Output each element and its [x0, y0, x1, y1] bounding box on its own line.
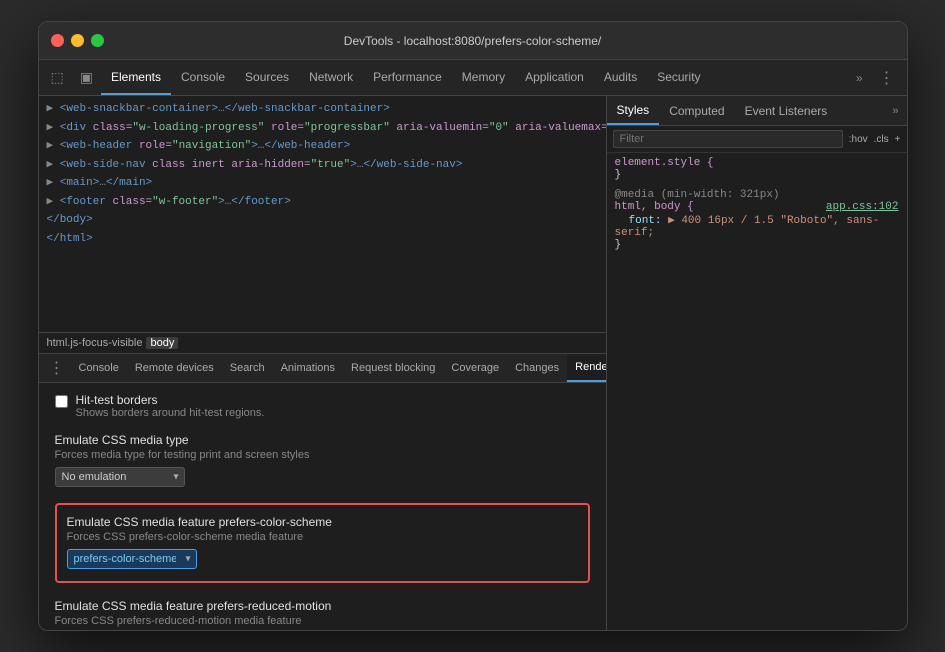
- tab-security[interactable]: Security: [647, 60, 710, 95]
- rendering-panel: Hit-test borders Shows borders around hi…: [39, 383, 606, 631]
- emulate-media-type-section: Emulate CSS media type Forces media type…: [55, 433, 590, 487]
- tree-line: ▶ <web-side-nav class inert aria-hidden=…: [39, 156, 606, 175]
- hov-button[interactable]: :hov: [849, 134, 868, 145]
- tab-changes[interactable]: Changes: [507, 354, 567, 382]
- tab-computed[interactable]: Computed: [659, 96, 734, 125]
- emulate-color-scheme-select[interactable]: No emulation prefers-color-scheme: light…: [67, 549, 197, 569]
- tab-application[interactable]: Application: [515, 60, 594, 95]
- right-panel: Styles Computed Event Listeners » :hov .…: [607, 96, 907, 630]
- emulate-media-type-desc: Forces media type for testing print and …: [55, 449, 590, 461]
- emulate-media-type-dropdown-wrapper: No emulation print screen: [55, 467, 185, 487]
- traffic-lights: [51, 34, 104, 47]
- css-prop-font: font: ▶ 400 16px / 1.5 "Roboto", sans-se…: [615, 215, 880, 239]
- tab-search[interactable]: Search: [222, 354, 273, 382]
- more-tabs-button[interactable]: »: [848, 71, 871, 85]
- emulate-media-type-label: Emulate CSS media type: [55, 433, 590, 447]
- emulate-reduced-motion-section: Emulate CSS media feature prefers-reduce…: [55, 599, 590, 631]
- tab-console[interactable]: Console: [171, 60, 235, 95]
- tab-performance[interactable]: Performance: [363, 60, 452, 95]
- css-close-brace-2: }: [615, 239, 622, 251]
- device-icon[interactable]: ▣: [72, 60, 101, 95]
- hit-test-borders-desc: Shows borders around hit-test regions.: [76, 407, 265, 419]
- left-panel: ▶ <web-snackbar-container>…</web-snackba…: [39, 96, 607, 630]
- tab-sources[interactable]: Sources: [235, 60, 299, 95]
- tree-line: ▶ <main>…</main>: [39, 174, 606, 193]
- tab-elements[interactable]: Elements: [101, 60, 171, 95]
- css-selector-html-body: html, body {: [615, 201, 694, 213]
- secondary-tabs-bar: ⋮ Console Remote devices Search Animatio…: [39, 353, 606, 383]
- main-tabs-bar: ⬚ ▣ Elements Console Sources Network Per…: [39, 60, 907, 96]
- tree-line: ▶ <web-header role="navigation">…</web-h…: [39, 137, 606, 156]
- tab-coverage[interactable]: Coverage: [443, 354, 507, 382]
- maximize-button[interactable]: [91, 34, 104, 47]
- filter-actions: :hov .cls +: [849, 134, 901, 145]
- tab-console-secondary[interactable]: Console: [71, 354, 127, 382]
- emulate-color-scheme-desc: Forces CSS prefers-color-scheme media fe…: [67, 531, 578, 543]
- css-selector: element.style {: [615, 157, 714, 169]
- tree-line: </body>: [39, 211, 606, 230]
- window-title: DevTools - localhost:8080/prefers-color-…: [344, 34, 601, 48]
- minimize-button[interactable]: [71, 34, 84, 47]
- styles-tabs-bar: Styles Computed Event Listeners »: [607, 96, 907, 126]
- styles-filter-bar: :hov .cls +: [607, 126, 907, 153]
- breadcrumb-item-html[interactable]: html.js-focus-visible: [47, 337, 143, 349]
- hit-test-borders-label: Hit-test borders: [76, 393, 265, 407]
- secondary-tabs-menu[interactable]: ⋮: [43, 358, 71, 378]
- title-bar: DevTools - localhost:8080/prefers-color-…: [39, 22, 907, 60]
- kebab-menu-button[interactable]: ⋮: [871, 68, 903, 88]
- cursor-icon[interactable]: ⬚: [43, 60, 72, 95]
- css-rule-media: @media (min-width: 321px) html, body { a…: [615, 189, 899, 251]
- hit-test-borders-checkbox[interactable]: [55, 395, 68, 408]
- tab-event-listeners[interactable]: Event Listeners: [735, 96, 838, 125]
- tree-line: ▶ <div class="w-loading-progress" role="…: [39, 119, 606, 138]
- add-style-button[interactable]: +: [895, 134, 901, 145]
- css-val-font: ▶ 400 16px / 1.5 "Roboto", sans-serif;: [615, 215, 880, 239]
- emulate-color-scheme-section: Emulate CSS media feature prefers-color-…: [55, 503, 590, 583]
- tree-line: ▶ <footer class="w-footer">…</footer>: [39, 193, 606, 212]
- cls-button[interactable]: .cls: [874, 134, 889, 145]
- css-close-brace: }: [615, 169, 622, 181]
- emulate-media-type-select[interactable]: No emulation print screen: [55, 467, 185, 487]
- content-area: ▶ <web-snackbar-container>…</web-snackba…: [39, 96, 907, 630]
- emulate-reduced-motion-desc: Forces CSS prefers-reduced-motion media …: [55, 615, 590, 627]
- html-tree: ▶ <web-snackbar-container>…</web-snackba…: [39, 96, 606, 332]
- tree-line: </html>: [39, 230, 606, 249]
- breadcrumb: html.js-focus-visible body: [39, 332, 606, 353]
- styles-filter-input[interactable]: [613, 130, 843, 148]
- tree-line: ▶ <web-snackbar-container>…</web-snackba…: [39, 100, 606, 119]
- tab-styles[interactable]: Styles: [607, 96, 660, 125]
- tab-memory[interactable]: Memory: [452, 60, 515, 95]
- close-button[interactable]: [51, 34, 64, 47]
- emulate-color-scheme-dropdown-wrapper: No emulation prefers-color-scheme: light…: [67, 549, 197, 569]
- breadcrumb-item-body[interactable]: body: [146, 337, 178, 349]
- devtools-window: DevTools - localhost:8080/prefers-color-…: [38, 21, 908, 631]
- styles-tabs-more[interactable]: »: [884, 105, 906, 117]
- css-source-link[interactable]: app.css:102: [826, 201, 899, 213]
- hit-test-borders-row: Hit-test borders Shows borders around hi…: [55, 393, 590, 419]
- emulate-reduced-motion-label: Emulate CSS media feature prefers-reduce…: [55, 599, 590, 613]
- tab-animations[interactable]: Animations: [273, 354, 343, 382]
- tab-network[interactable]: Network: [299, 60, 363, 95]
- css-rule-element-style: element.style { }: [615, 157, 899, 181]
- css-panel: element.style { } @media (min-width: 321…: [607, 153, 907, 630]
- emulate-color-scheme-label: Emulate CSS media feature prefers-color-…: [67, 515, 578, 529]
- tab-remote-devices[interactable]: Remote devices: [127, 354, 222, 382]
- tab-request-blocking[interactable]: Request blocking: [343, 354, 443, 382]
- tab-audits[interactable]: Audits: [594, 60, 647, 95]
- css-at-rule: @media (min-width: 321px): [615, 189, 780, 201]
- tab-rendering[interactable]: Rendering ✕: [567, 354, 605, 382]
